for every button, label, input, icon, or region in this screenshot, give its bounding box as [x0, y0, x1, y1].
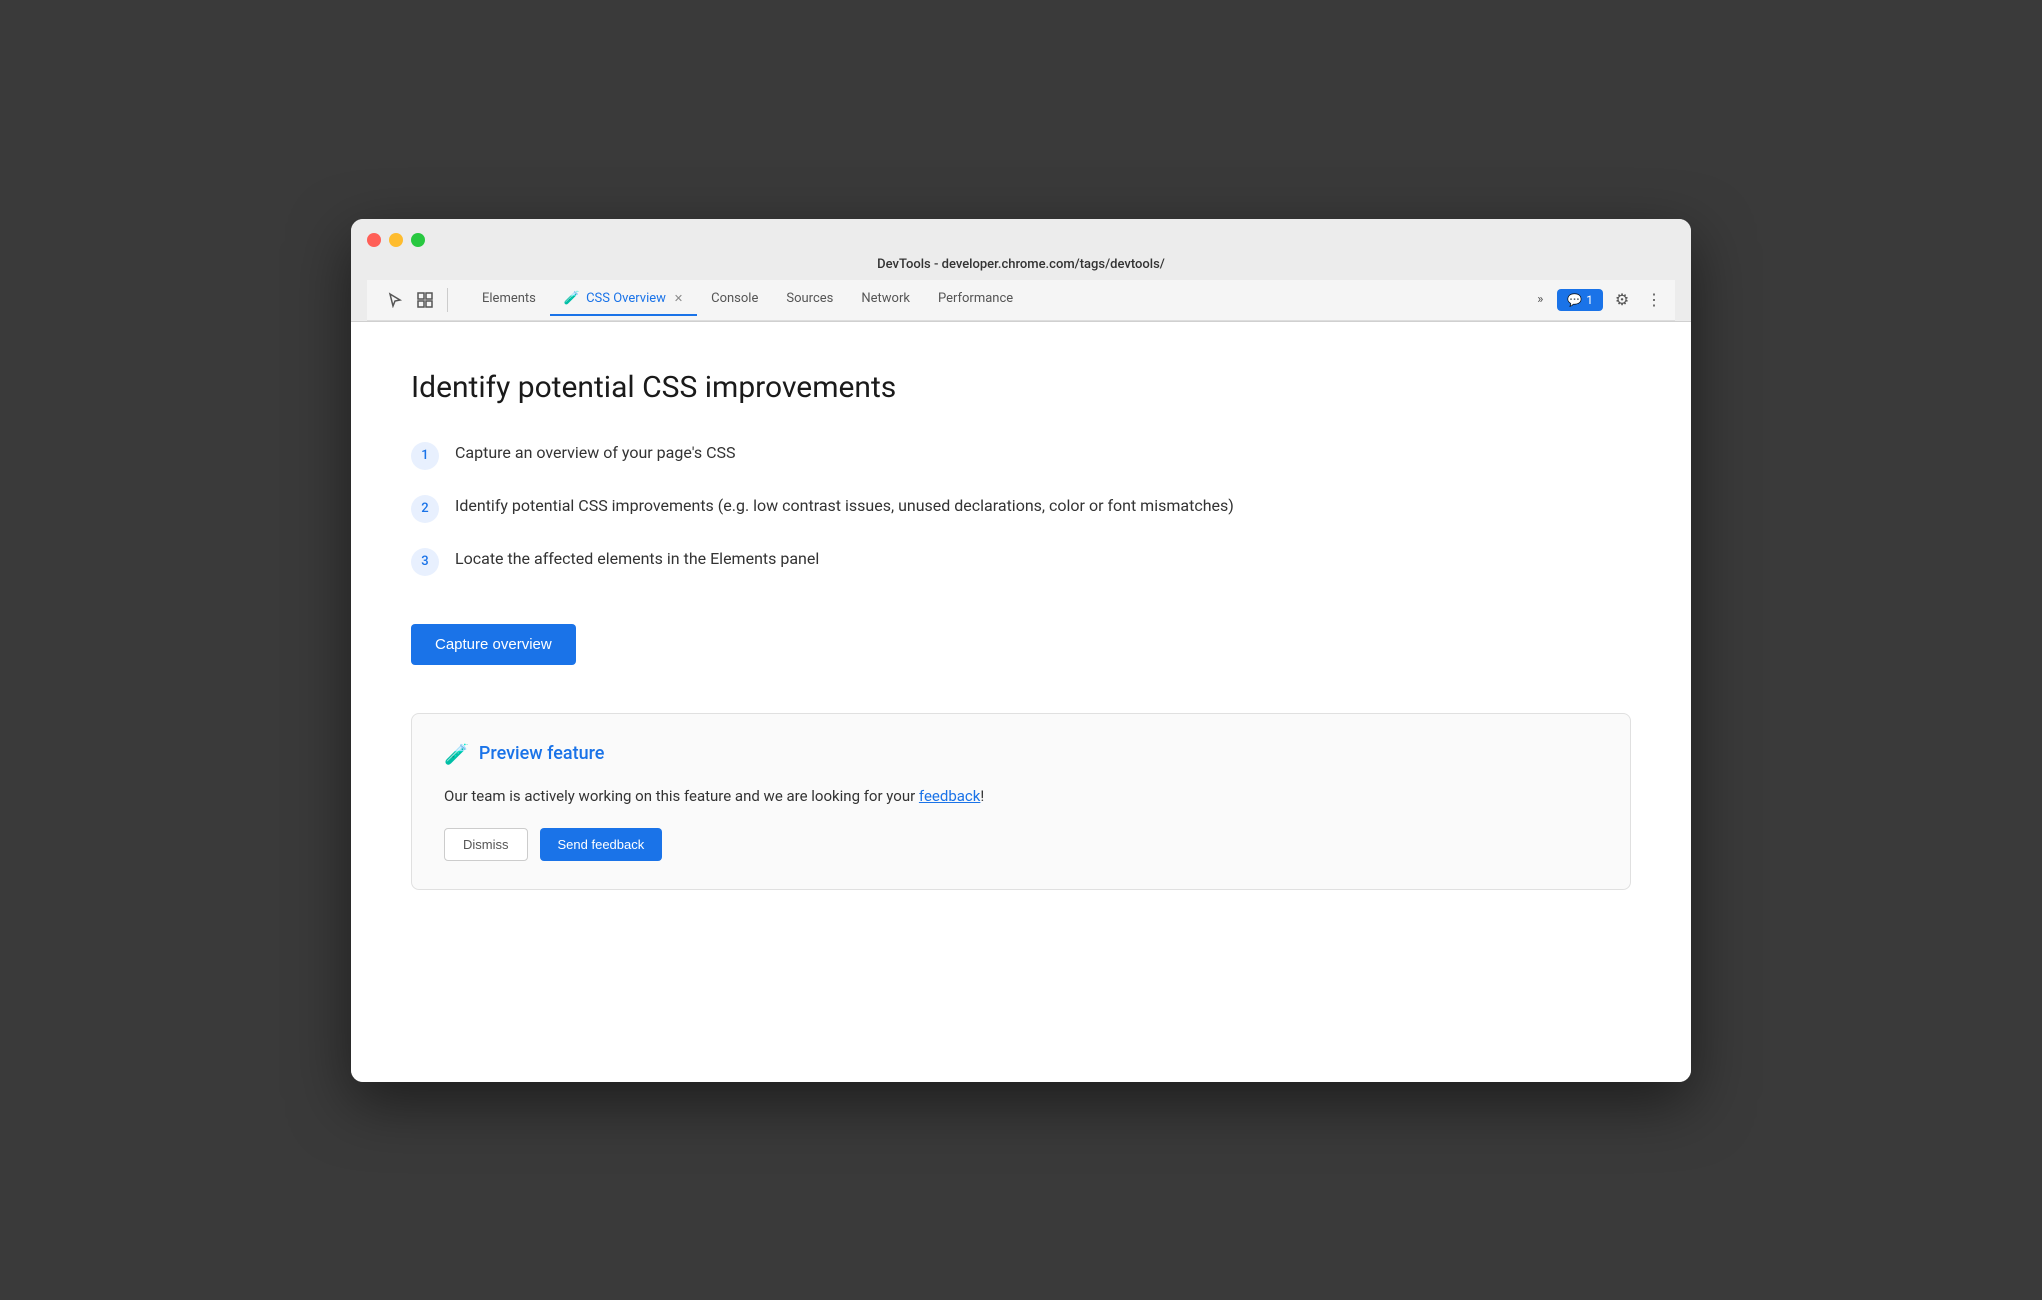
settings-button[interactable]: ⚙	[1609, 287, 1635, 313]
title-bar: DevTools - developer.chrome.com/tags/dev…	[351, 219, 1691, 322]
step-item-2: 2 Identify potential CSS improvements (e…	[411, 494, 1631, 523]
tab-console[interactable]: Console	[697, 283, 772, 316]
tabs-right-controls: » 💬 1 ⚙ ⋮	[1529, 286, 1667, 313]
step-text-3: Locate the affected elements in the Elem…	[455, 547, 819, 571]
traffic-lights	[367, 233, 1675, 247]
tab-performance-label: Performance	[938, 291, 1013, 306]
tab-network[interactable]: Network	[847, 283, 924, 316]
step-text-2: Identify potential CSS improvements (e.g…	[455, 494, 1234, 518]
gear-icon: ⚙	[1615, 290, 1629, 309]
dismiss-button[interactable]: Dismiss	[444, 828, 528, 861]
feedback-link[interactable]: feedback	[919, 787, 980, 805]
step-text-1: Capture an overview of your page's CSS	[455, 441, 736, 465]
tab-toolbar	[375, 280, 460, 320]
tabs-row: Elements 🧪 CSS Overview ✕ Console Source…	[367, 280, 1675, 321]
tab-close-icon[interactable]: ✕	[674, 292, 683, 305]
send-feedback-button[interactable]: Send feedback	[540, 828, 663, 861]
steps-list: 1 Capture an overview of your page's CSS…	[411, 441, 1631, 576]
url-bar: DevTools - developer.chrome.com/tags/dev…	[367, 257, 1675, 272]
capture-overview-button[interactable]: Capture overview	[411, 624, 576, 665]
chat-icon: 💬	[1567, 293, 1582, 307]
main-content: Identify potential CSS improvements 1 Ca…	[351, 322, 1691, 1082]
preview-feature-box: 🧪 Preview feature Our team is actively w…	[411, 713, 1631, 890]
step-number-2: 2	[411, 495, 439, 523]
tab-elements-label: Elements	[482, 291, 536, 306]
tab-css-overview[interactable]: 🧪 CSS Overview ✕	[550, 283, 697, 316]
tab-performance[interactable]: Performance	[924, 283, 1027, 316]
close-button[interactable]	[367, 233, 381, 247]
flask-icon: 🧪	[444, 742, 469, 766]
cursor-icon[interactable]	[383, 288, 407, 312]
tab-sources[interactable]: Sources	[772, 283, 847, 316]
more-options-button[interactable]: ⋮	[1641, 287, 1667, 313]
preview-body-text: Our team is actively working on this fea…	[444, 787, 919, 805]
inspect-icon[interactable]	[413, 288, 437, 312]
maximize-button[interactable]	[411, 233, 425, 247]
flask-tab-icon: 🧪	[564, 291, 580, 306]
notifications-button[interactable]: 💬 1	[1557, 289, 1603, 311]
devtools-window: DevTools - developer.chrome.com/tags/dev…	[351, 219, 1691, 1082]
step-number-3: 3	[411, 548, 439, 576]
tab-css-overview-label: CSS Overview	[586, 291, 666, 306]
page-title: Identify potential CSS improvements	[411, 370, 1631, 405]
step-number-1: 1	[411, 442, 439, 470]
preview-feature-title: Preview feature	[479, 743, 605, 764]
step-item-3: 3 Locate the affected elements in the El…	[411, 547, 1631, 576]
preview-body-suffix: !	[980, 787, 984, 805]
divider	[447, 288, 448, 312]
minimize-button[interactable]	[389, 233, 403, 247]
preview-header: 🧪 Preview feature	[444, 742, 1598, 766]
tab-network-label: Network	[861, 291, 910, 306]
more-tabs-button[interactable]: »	[1529, 286, 1551, 313]
tab-elements[interactable]: Elements	[468, 283, 550, 316]
step-item-1: 1 Capture an overview of your page's CSS	[411, 441, 1631, 470]
tab-sources-label: Sources	[786, 291, 833, 306]
tab-console-label: Console	[711, 291, 758, 306]
notification-count: 1	[1586, 293, 1593, 307]
preview-footer: Dismiss Send feedback	[444, 828, 1598, 861]
more-icon: ⋮	[1646, 290, 1662, 309]
preview-feature-text: Our team is actively working on this fea…	[444, 784, 1598, 808]
